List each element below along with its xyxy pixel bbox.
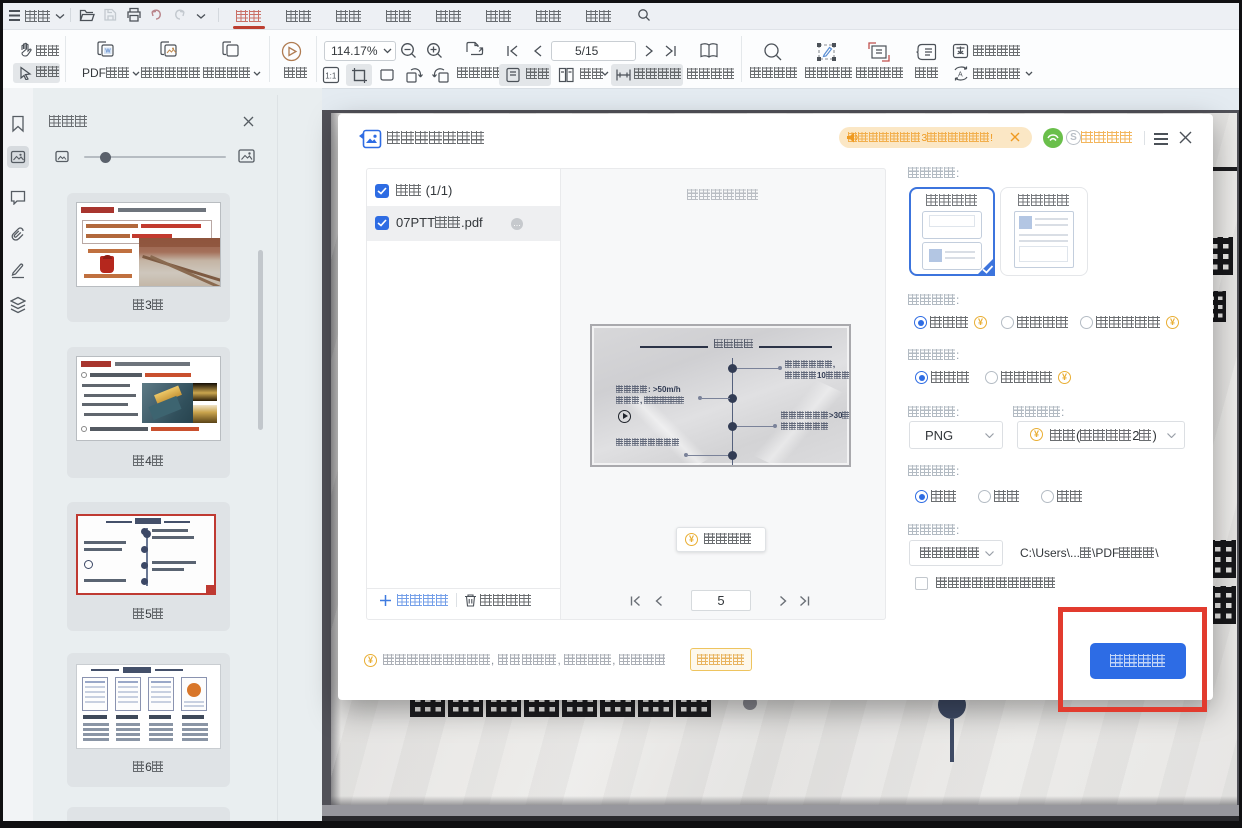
svg-text:1:1: 1:1 — [325, 72, 337, 81]
svg-text:W: W — [105, 49, 111, 55]
svg-text:A: A — [958, 72, 963, 79]
